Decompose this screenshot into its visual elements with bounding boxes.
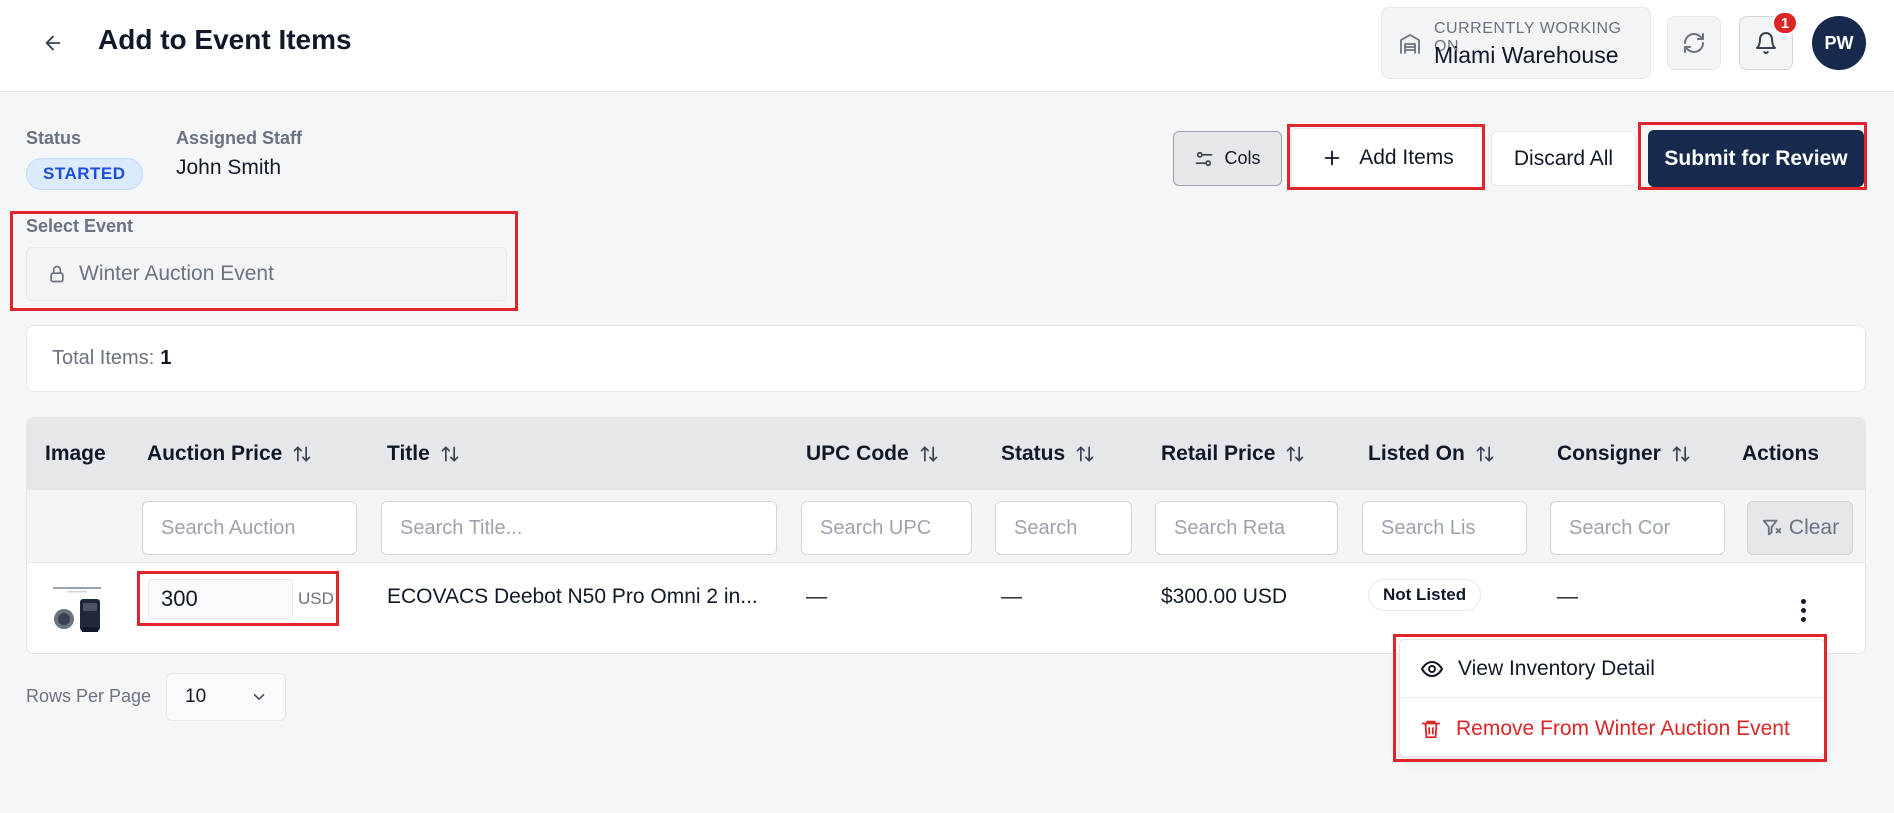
add-items-button[interactable]: Add Items <box>1291 128 1484 188</box>
sort-icon <box>1672 446 1690 462</box>
user-avatar[interactable]: PW <box>1812 16 1866 70</box>
total-items-value: 1 <box>160 347 172 369</box>
column-header-status[interactable]: Status <box>1001 442 1095 466</box>
workspace-value: Miami Warehouse <box>1434 42 1619 68</box>
assigned-staff-value: John Smith <box>176 156 282 179</box>
notification-count-badge: 1 <box>1772 11 1798 35</box>
refresh-icon <box>1684 33 1704 53</box>
items-table: Image Auction Price Title UPC Code Statu… <box>26 417 1866 654</box>
filter-status-input[interactable] <box>995 501 1132 555</box>
product-thumbnail[interactable] <box>47 581 107 637</box>
filter-upc-input[interactable] <box>801 501 972 555</box>
eye-icon <box>1420 660 1444 677</box>
refresh-button[interactable] <box>1667 16 1721 70</box>
view-inventory-detail-label: View Inventory Detail <box>1458 656 1655 680</box>
filter-row: Clear <box>27 490 1865 563</box>
sort-icon <box>920 446 938 462</box>
column-header-consigner[interactable]: Consigner <box>1557 442 1691 466</box>
add-items-label: Add Items <box>1359 146 1454 169</box>
page-title: Add to Event Items <box>98 24 352 55</box>
status-label: Status <box>26 128 82 148</box>
sort-icon <box>294 446 311 462</box>
arrow-left-icon <box>45 35 61 51</box>
clear-filters-label: Clear <box>1788 516 1840 539</box>
back-button[interactable] <box>38 28 68 58</box>
select-event-label: Select Event <box>26 216 134 236</box>
plus-icon <box>1324 150 1340 166</box>
filter-consigner-input[interactable] <box>1550 501 1725 555</box>
column-header-retail-price[interactable]: Retail Price <box>1161 442 1305 466</box>
sort-icon <box>1287 446 1304 462</box>
column-header-actions: Actions <box>1742 442 1820 465</box>
app-header: Add to Event Items CURRENTLY WORKING ON … <box>0 0 1894 92</box>
trash-icon <box>1421 720 1441 739</box>
submit-for-review-button[interactable]: Submit for Review <box>1648 130 1864 187</box>
column-header-upc-code[interactable]: UPC Code <box>806 442 939 466</box>
bell-icon <box>1756 32 1776 54</box>
columns-button-label: Cols <box>1224 148 1261 168</box>
remove-from-event-item[interactable]: Remove From Winter Auction Event <box>1400 700 1826 758</box>
filter-auction-price-input[interactable] <box>142 501 357 555</box>
currency-label: USD <box>298 589 334 608</box>
row-actions-menu-button[interactable] <box>1791 595 1815 625</box>
kebab-dot-icon <box>1800 598 1806 604</box>
column-header-title[interactable]: Title <box>387 442 460 466</box>
table-header: Image Auction Price Title UPC Code Statu… <box>27 418 1865 490</box>
chevron-down-icon <box>253 694 265 701</box>
rows-per-page-label: Rows Per Page <box>26 686 152 706</box>
filter-title-input[interactable] <box>381 501 777 555</box>
discard-all-button[interactable]: Discard All <box>1491 131 1636 186</box>
columns-button[interactable]: Cols <box>1173 131 1282 186</box>
total-items-summary: Total Items: 1 <box>26 325 1866 392</box>
event-select-field[interactable]: Winter Auction Event <box>26 247 507 301</box>
sliders-icon <box>1196 151 1213 166</box>
filter-retail-price-input[interactable] <box>1155 501 1338 555</box>
item-title: ECOVACS Deebot N50 Pro Omni 2 in... <box>387 585 758 608</box>
sort-icon <box>441 446 459 462</box>
status-badge: STARTED <box>26 158 143 190</box>
consigner-value: — <box>1557 585 1578 608</box>
status-value: — <box>1001 585 1022 608</box>
column-header-image: Image <box>45 442 106 465</box>
column-header-listed-on[interactable]: Listed On <box>1368 442 1495 466</box>
retail-price-value: $300.00 USD <box>1161 585 1288 608</box>
listed-on-badge: Not Listed <box>1368 579 1482 611</box>
kebab-dot-icon <box>1800 616 1806 622</box>
workspace-switcher[interactable]: CURRENTLY WORKING ON Miami Warehouse <box>1381 7 1651 79</box>
clear-filters-button[interactable]: Clear <box>1747 501 1853 555</box>
filter-listed-on-input[interactable] <box>1362 501 1527 555</box>
warehouse-icon <box>1400 34 1420 54</box>
view-inventory-detail-item[interactable]: View Inventory Detail <box>1400 640 1826 698</box>
assigned-staff-label: Assigned Staff <box>176 128 303 148</box>
sort-icon <box>1476 446 1494 462</box>
lock-icon <box>50 265 64 283</box>
upc-code-value: — <box>806 585 827 608</box>
total-items-label: Total Items: <box>52 347 155 369</box>
auction-price-input[interactable] <box>148 579 293 619</box>
kebab-dot-icon <box>1800 607 1806 613</box>
rows-per-page-value: 10 <box>185 686 207 707</box>
sort-icon <box>1076 446 1094 462</box>
filter-clear-icon <box>1762 519 1782 536</box>
remove-from-event-label: Remove From Winter Auction Event <box>1456 717 1790 740</box>
rows-per-page-select[interactable]: 10 <box>166 673 286 721</box>
column-header-auction-price[interactable]: Auction Price <box>147 442 312 466</box>
row-actions-menu: View Inventory Detail Remove From Winter… <box>1399 639 1826 758</box>
event-select-value: Winter Auction Event <box>79 262 274 285</box>
